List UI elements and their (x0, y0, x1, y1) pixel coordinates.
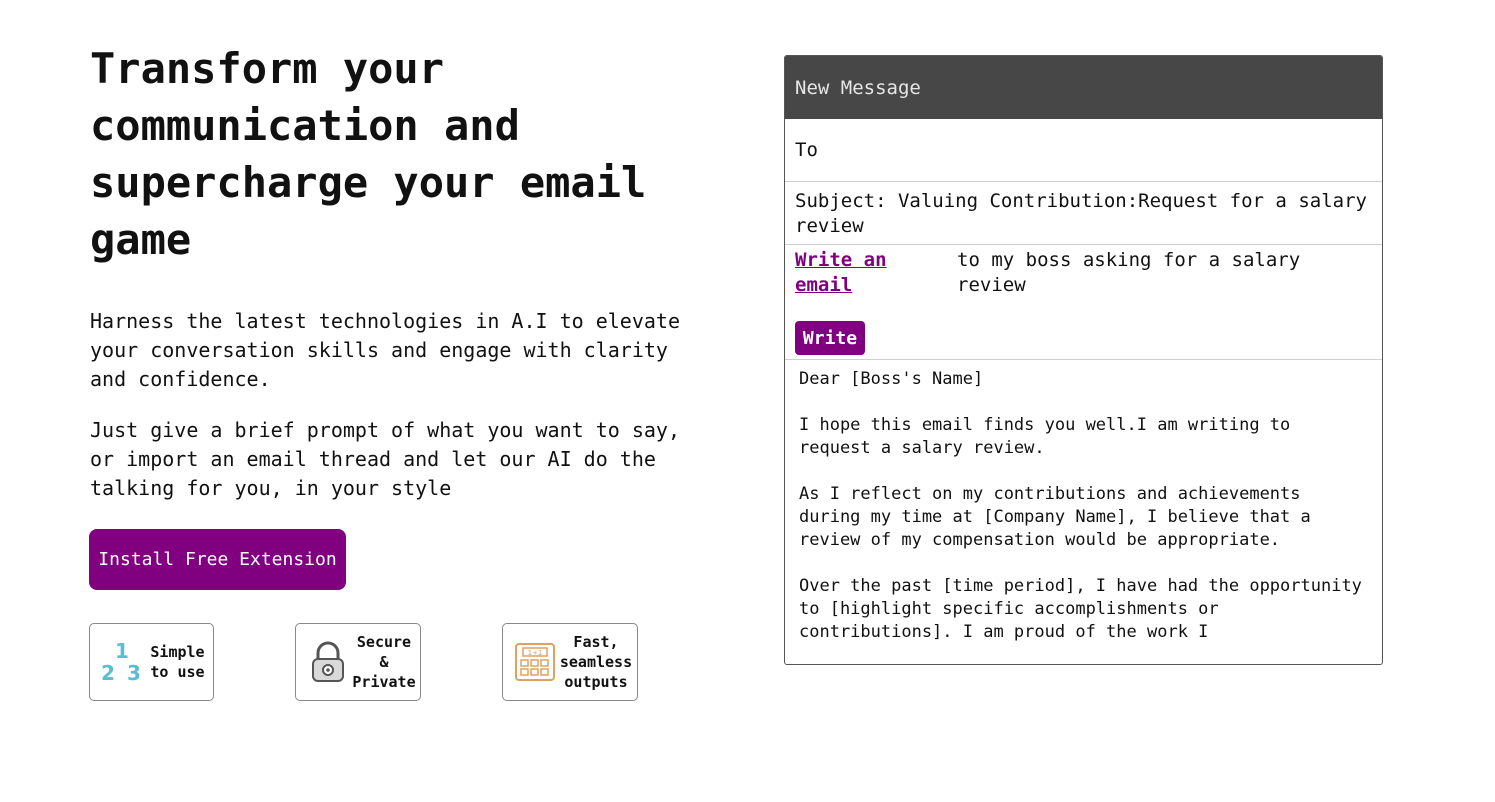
body-paragraph: Over the past [time period], I have had … (799, 576, 1362, 642)
feature-label: Simple to use (150, 643, 205, 681)
hero-paragraph-2: Just give a brief prompt of what you wan… (90, 418, 681, 500)
calculator-icon: 1+1 (515, 643, 555, 681)
svg-text:1+1: 1+1 (528, 649, 543, 657)
feature-card-fast: 1+1 Fast, seamless outputs (502, 623, 638, 701)
numbers-123-icon: 1 2 3 (101, 639, 141, 685)
feature-label: Secure & Private (352, 633, 416, 691)
compose-window: New Message To Subject: Valuing Contribu… (784, 55, 1383, 665)
subject-field[interactable]: Subject: Valuing Contribution:Request fo… (785, 182, 1382, 245)
svg-text:2: 2 (101, 661, 115, 685)
install-extension-button[interactable]: Install Free Extension (89, 529, 346, 590)
feature-card-secure: Secure & Private (295, 623, 421, 701)
body-paragraph: Dear [Boss's Name] (799, 369, 984, 389)
body-paragraph: I hope this email finds you well.I am wr… (799, 415, 1291, 458)
padlock-icon (312, 641, 344, 682)
body-paragraph: As I reflect on my contributions and ach… (799, 484, 1311, 550)
hero-section: Transform your communication and superch… (90, 40, 690, 268)
write-button[interactable]: Write (795, 321, 865, 355)
to-field[interactable]: To (785, 119, 1382, 182)
email-body[interactable]: Dear [Boss's Name] I hope this email fin… (785, 360, 1382, 664)
svg-text:3: 3 (127, 661, 141, 685)
svg-text:1: 1 (115, 639, 129, 663)
feature-label: Fast, seamless outputs (559, 633, 633, 691)
prompt-input[interactable]: to my boss asking for a salary review (957, 248, 1357, 298)
feature-card-simple: 1 2 3 Simple to use (89, 623, 214, 701)
to-label: To (795, 139, 818, 161)
write-email-link[interactable]: Write an email (795, 248, 915, 298)
landing-page: Transform your communication and superch… (0, 0, 1495, 802)
compose-header: New Message (785, 56, 1382, 119)
hero-paragraph-1: Harness the latest technologies in A.I t… (90, 309, 681, 391)
prompt-area: Write an email to my boss asking for a s… (785, 245, 1382, 360)
hero-title: Transform your communication and superch… (90, 44, 647, 264)
